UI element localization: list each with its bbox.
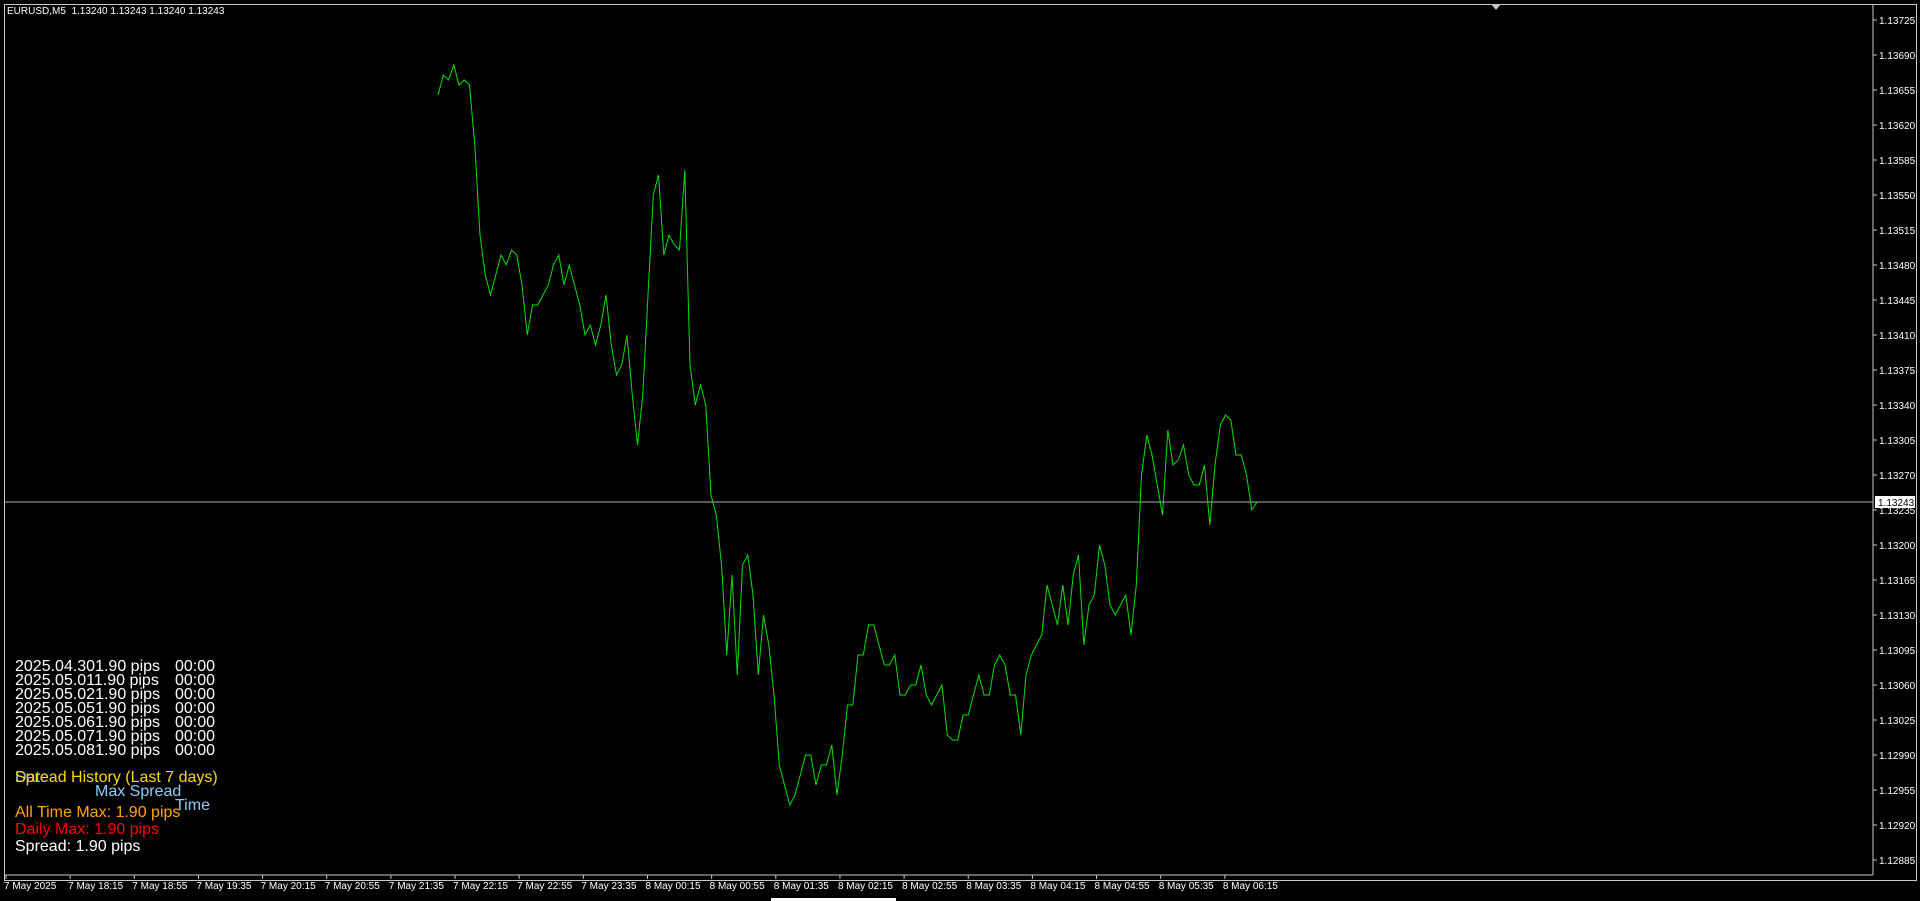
- x-tick-label: 8 May 03:35: [966, 881, 1021, 892]
- x-tick-label: 7 May 19:35: [196, 881, 251, 892]
- y-tick-label: 1.12885: [1879, 856, 1916, 867]
- x-tick-label: 8 May 04:55: [1095, 881, 1150, 892]
- spread-row-time: 00:00: [175, 742, 216, 759]
- y-tick-label: 1.13165: [1879, 576, 1916, 587]
- current-spread: Spread: 1.90 pips: [15, 838, 141, 855]
- y-tick-label: 1.13410: [1879, 331, 1916, 342]
- y-tick-label: 1.13375: [1879, 366, 1916, 377]
- y-tick-label: 1.13690: [1879, 51, 1916, 62]
- x-tick-label: 8 May 05:35: [1159, 881, 1214, 892]
- x-tick-label: 7 May 20:55: [325, 881, 380, 892]
- x-tick-label: 8 May 00:15: [646, 881, 701, 892]
- all-time-max: All Time Max: 1.90 pips: [15, 804, 181, 821]
- x-tick-label: 8 May 01:35: [774, 881, 829, 892]
- y-tick-label: 1.13585: [1879, 156, 1916, 167]
- header-max-spread: Max Spread: [95, 783, 182, 800]
- y-tick-label: 1.13305: [1879, 436, 1916, 447]
- y-tick-label: 1.13025: [1879, 716, 1916, 727]
- x-tick-label: 8 May 00:55: [710, 881, 765, 892]
- x-tick-label: 7 May 23:35: [581, 881, 636, 892]
- y-tick-label: 1.13515: [1879, 226, 1916, 237]
- x-tick-label: 8 May 02:55: [902, 881, 957, 892]
- daily-max: Daily Max: 1.90 pips: [15, 821, 160, 838]
- price-series-line: [437, 63, 1258, 807]
- spread-row-value: 1.90 pips: [95, 742, 161, 759]
- y-tick-label: 1.13480: [1879, 261, 1916, 272]
- x-tick-label: 8 May 06:15: [1223, 881, 1278, 892]
- x-tick-label: 7 May 18:55: [132, 881, 187, 892]
- y-tick-label: 1.13725: [1879, 16, 1916, 27]
- y-tick-label: 1.13655: [1879, 86, 1916, 97]
- spread-row: 2025.05.081.90 pips 00:00: [15, 742, 215, 759]
- price-chart[interactable]: 1.13725 1.13690 1.13655 1.13620 1.13585 1.135…: [0, 0, 1920, 901]
- x-tick-label: 7 May 21:35: [389, 881, 444, 892]
- x-tick-label: 7 May 22:55: [517, 881, 572, 892]
- x-tick-label: 8 May 02:15: [838, 881, 893, 892]
- x-tick-label: 7 May 20:15: [261, 881, 316, 892]
- y-tick-label: 1.12990: [1879, 751, 1916, 762]
- x-tick-label: 7 May 2025: [4, 881, 57, 892]
- y-tick-label: 1.13130: [1879, 611, 1916, 622]
- y-tick-label: 1.12955: [1879, 786, 1916, 797]
- x-tick-label: 7 May 22:15: [453, 881, 508, 892]
- y-tick-label: 1.13200: [1879, 541, 1916, 552]
- y-tick-label: 1.13060: [1879, 681, 1916, 692]
- y-tick-label: 1.12920: [1879, 821, 1916, 832]
- x-tick-label: 8 May 04:15: [1030, 881, 1085, 892]
- spread-history-title: Spread History (Last 7 days): [15, 769, 218, 786]
- y-tick-label: 1.13270: [1879, 471, 1916, 482]
- y-tick-label: 1.13550: [1879, 191, 1916, 202]
- y-tick-label: 1.13445: [1879, 296, 1916, 307]
- y-tick-label: 1.13620: [1879, 121, 1916, 132]
- y-tick-label: 1.13340: [1879, 401, 1916, 412]
- y-tick-label: 1.13095: [1879, 646, 1916, 657]
- current-price-label: 1.13243: [1878, 498, 1915, 509]
- x-tick-label: 7 May 18:15: [68, 881, 123, 892]
